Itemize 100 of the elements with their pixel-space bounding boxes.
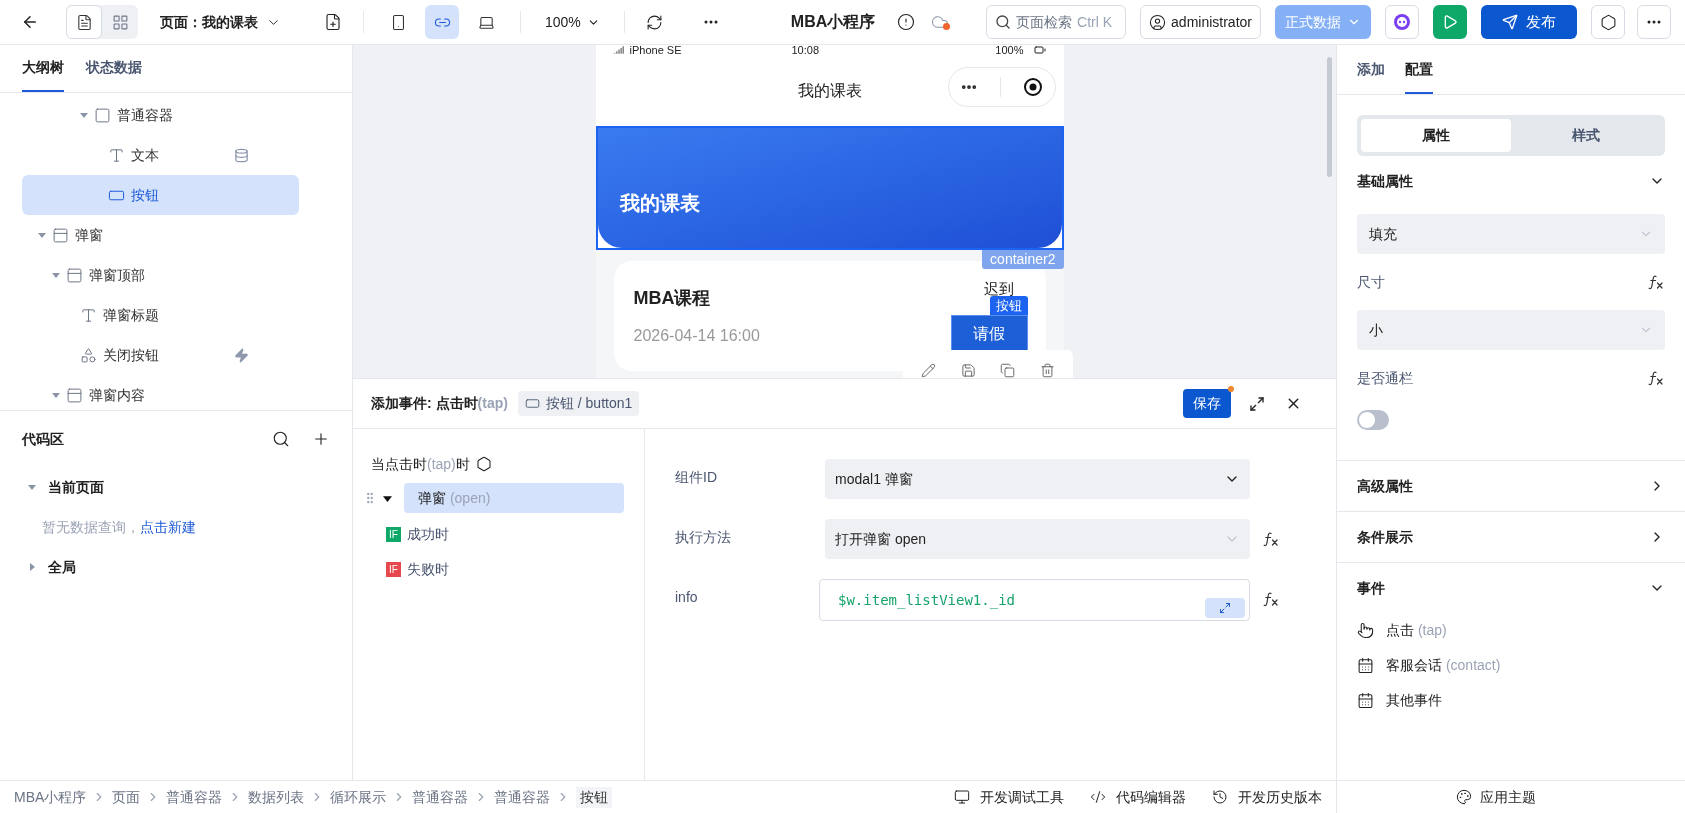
breadcrumb[interactable]: MBA小程序 [14,786,87,808]
panel-tab[interactable]: 添加 [1357,59,1385,94]
segment-tab[interactable]: 样式 [1511,119,1661,152]
condition-label[interactable]: 失败时 [406,559,449,580]
segment-tab[interactable]: 属性 [1361,119,1511,152]
formula-icon[interactable] [1262,591,1280,607]
panel-tab[interactable]: 状态数据 [86,57,142,92]
field-label: info [675,588,699,607]
breadcrumb[interactable]: 按钮 [576,786,613,808]
action-item[interactable]: 弹窗 (open) [404,483,624,513]
toggle-switch[interactable] [1357,410,1389,430]
event-item[interactable]: 点击 (tap) [1386,620,1447,641]
search-placeholder: 页面检索 [1016,12,1073,32]
robot-icon [1392,12,1412,32]
scrollbar[interactable] [1327,57,1332,177]
formula-icon[interactable] [1647,370,1665,386]
view-toggle[interactable] [66,5,102,39]
expand-icon[interactable] [1249,395,1265,412]
course-title: MBA课程 [633,287,712,310]
panel-icon [66,266,83,284]
section-title[interactable]: 基础属性 [1357,170,1649,192]
breadcrumb[interactable]: 页面 [112,786,141,808]
select-field[interactable]: modal1 弹窗 [825,459,1250,499]
tree-item[interactable]: 按钮 [22,175,299,215]
add-icon[interactable] [312,430,330,448]
run-button[interactable] [1433,5,1467,39]
save-button[interactable]: 保存 [1183,389,1231,418]
publish-button[interactable]: 发布 [1481,5,1577,39]
app-title: MBA小程序 [790,12,876,32]
send-icon [1502,14,1518,30]
assistant-button[interactable] [1385,5,1419,39]
info-icon[interactable] [897,13,916,31]
device-toggle[interactable] [425,5,459,39]
panel-tab[interactable]: 大纲树 [22,57,64,92]
tree-label: 关闭按钮 [103,345,159,365]
tree-label: 按钮 [131,185,159,205]
breadcrumb[interactable]: 普通容器 [166,786,223,808]
select-field[interactable]: 填充 [1357,214,1665,254]
panel-tab[interactable]: 配置 [1405,59,1433,94]
cloud-icon[interactable] [931,13,950,31]
leave-button[interactable]: 请假 [950,315,1028,353]
tree-item[interactable]: 普通容器 [22,95,299,135]
zoom-selector[interactable]: 100% [535,11,610,33]
button-icon [524,396,540,411]
tree-item[interactable]: 关闭按钮 [22,335,299,375]
page-selector[interactable]: 页面：我的课表 [160,11,281,33]
component-chip: 按钮 / button1 [517,391,640,416]
field-label: 组件ID [675,468,718,487]
create-link[interactable]: 点击新建 [140,516,196,538]
group-label[interactable]: 当前页面 [48,476,104,498]
tree-item[interactable]: 弹窗内容 [22,375,299,410]
theme-button[interactable]: 应用主题 [1456,786,1536,808]
breadcrumb[interactable]: 普通容器 [412,786,469,808]
select-field[interactable]: 小 [1357,310,1665,350]
empty-hint: 暂无数据查询， [42,517,140,537]
formula-icon[interactable] [1647,274,1665,290]
refresh-icon [646,13,664,31]
condition-label[interactable]: 成功时 [406,524,449,545]
tree-label: 弹窗顶部 [89,265,145,285]
caret-icon[interactable] [383,493,392,503]
hexagon-icon[interactable] [475,456,492,472]
panel-icon [66,386,83,404]
breadcrumb[interactable]: 循环展示 [330,786,387,808]
delete-icon[interactable] [1039,362,1055,378]
section-title[interactable]: 高级属性 [1357,475,1649,497]
copy-icon[interactable] [1000,362,1016,378]
database-icon [234,147,249,163]
save-icon[interactable] [960,362,976,378]
event-item[interactable]: 客服会话 (contact) [1386,655,1501,676]
tree-item[interactable]: 文本 [22,135,299,175]
search-icon[interactable] [272,430,290,448]
tree-item[interactable]: 弹窗标题 [22,295,299,335]
breadcrumb[interactable]: 普通容器 [494,786,551,808]
more-icon [1647,20,1661,24]
section-title[interactable]: 事件 [1357,577,1649,599]
shortcut-hint: Ctrl K [1077,12,1113,32]
tree-item[interactable]: 弹窗 [22,215,299,255]
condition-badge: IF [386,562,401,577]
square-icon [94,106,111,124]
selection-tag: container2 [982,250,1064,269]
target-icon[interactable] [1023,77,1044,97]
tool-button[interactable]: 代码编辑器 [1090,786,1186,808]
section-title[interactable]: 条件展示 [1357,526,1649,548]
monitor-icon [954,789,970,805]
tree-item[interactable]: 弹窗顶部 [22,255,299,295]
search-field[interactable]: 页面检索 Ctrl K [986,5,1127,39]
section-title: 代码区 [22,429,65,449]
search-icon [995,14,1012,30]
battery-level: 100% [995,45,1024,55]
event-item[interactable]: 其他事件 [1386,690,1442,711]
battery-icon [1033,45,1046,55]
tool-button[interactable]: 开发调试工具 [954,786,1064,808]
user-button[interactable]: administrator [1140,5,1261,39]
signal-icon [613,45,624,55]
tool-button[interactable]: 开发历史版本 [1212,786,1322,808]
breadcrumb[interactable]: 数据列表 [248,786,305,808]
edit-icon[interactable] [921,362,937,378]
settings-button[interactable] [1591,5,1625,39]
lightning-icon [234,347,249,363]
group-label[interactable]: 全局 [48,556,76,578]
